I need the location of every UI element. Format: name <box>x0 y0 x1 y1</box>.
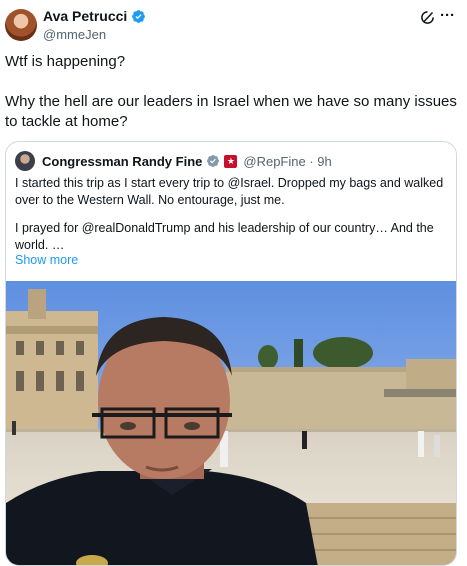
quoted-tweet[interactable]: Congressman Randy Fine ★ @RepFine · 9h I… <box>5 141 457 566</box>
quoted-author-name[interactable]: Congressman Randy Fine <box>42 154 202 169</box>
quoted-text-paragraph-2: I prayed for @realDonaldTrump and his le… <box>15 221 434 252</box>
tweet-text-line-2: Why the hell are our leaders in Israel w… <box>5 93 457 130</box>
flag-badge-icon: ★ <box>224 154 238 168</box>
grok-icon[interactable] <box>420 10 435 25</box>
more-options-icon[interactable]: ··· <box>440 8 458 25</box>
author-name[interactable]: Ava Petrucci <box>43 8 127 24</box>
quoted-avatar[interactable] <box>15 151 35 171</box>
verified-badge-icon <box>132 9 146 23</box>
verified-badge-gray-icon <box>207 155 220 167</box>
author-avatar[interactable] <box>5 9 37 41</box>
author-row: Ava Petrucci <box>43 8 146 24</box>
tweet-card: Ava Petrucci @mmeJen ··· Wtf is happenin… <box>0 0 467 566</box>
quoted-handle-time[interactable]: @RepFine · 9h <box>243 154 331 169</box>
show-more-link[interactable]: Show more <box>15 253 78 267</box>
tweet-text-line-1: Wtf is happening? <box>5 53 126 70</box>
quoted-text-paragraph-1: I started this trip as I start every tri… <box>15 176 444 207</box>
attached-photo[interactable] <box>6 281 457 566</box>
author-handle[interactable]: @mmeJen <box>43 27 106 42</box>
quoted-header: Congressman Randy Fine ★ @RepFine · 9h <box>15 151 332 171</box>
